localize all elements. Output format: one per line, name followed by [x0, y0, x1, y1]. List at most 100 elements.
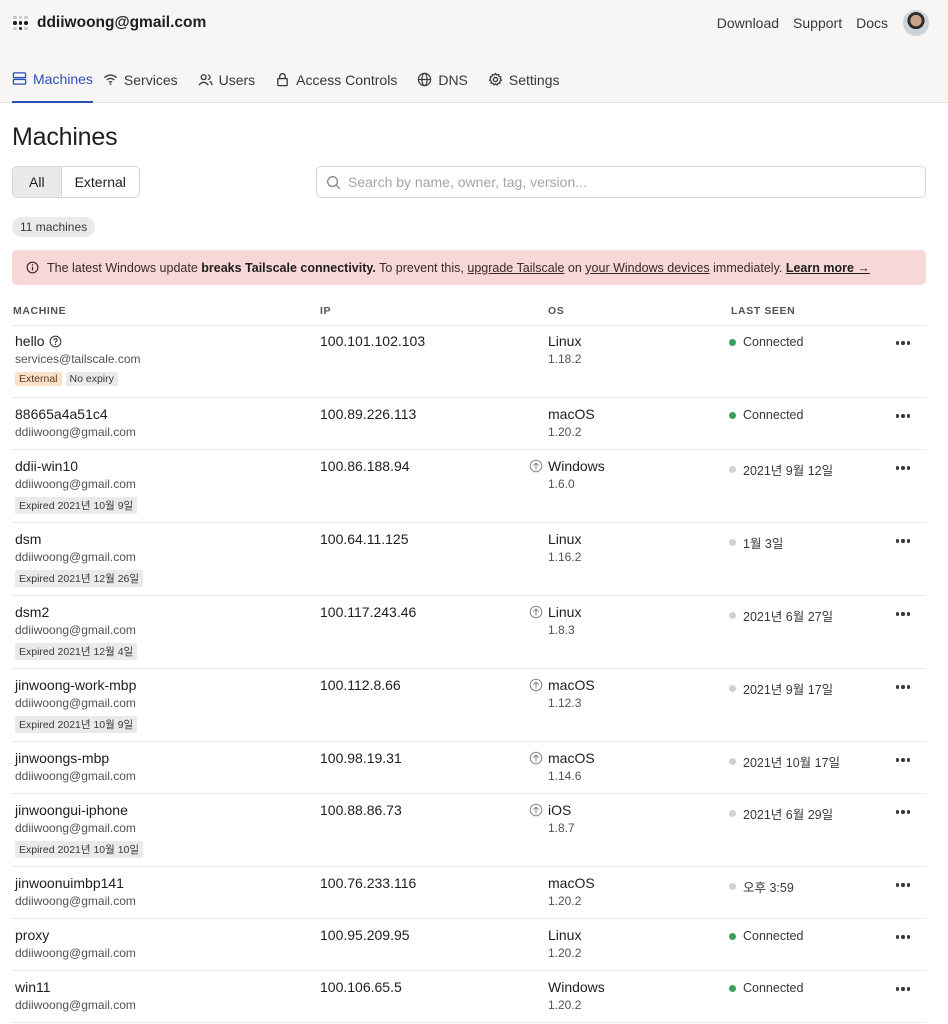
table-row[interactable]: 88665a4a51c4 ddiiwoong@gmail.com 100.89.22… — [12, 398, 926, 450]
help-icon[interactable] — [49, 335, 62, 348]
machine-tags: Expired 2021년 10월 10일 — [15, 841, 144, 858]
more-options-button[interactable] — [892, 804, 914, 820]
machine-cell: hello services@tailscale.com External No ex… — [15, 333, 141, 386]
more-options-button[interactable] — [892, 408, 914, 424]
table-row[interactable]: jinwoonuimbp141 ddiiwoong@gmail.com 100.76… — [12, 867, 926, 919]
machine-name[interactable]: proxy — [15, 927, 49, 943]
filter-segmented-control: All External — [12, 166, 140, 198]
machine-name[interactable]: ddii-win10 — [15, 458, 78, 474]
more-options-button[interactable] — [892, 533, 914, 549]
tab-settings[interactable]: Settings — [488, 56, 570, 103]
machine-name[interactable]: 88665a4a51c4 — [15, 406, 108, 422]
tab-machines[interactable]: Machines — [12, 56, 93, 103]
machine-name[interactable]: jinwoonuimbp141 — [15, 875, 124, 891]
learn-more-link[interactable]: Learn more → — [786, 261, 870, 275]
users-icon — [198, 72, 213, 87]
more-options-button[interactable] — [892, 335, 914, 351]
machine-ip[interactable]: 100.64.11.125 — [320, 531, 409, 547]
machine-owner: ddiiwoong@gmail.com — [15, 477, 136, 491]
tab-users[interactable]: Users — [198, 56, 266, 103]
os-cell: Linux 1.8.3 — [548, 604, 581, 637]
machine-name[interactable]: jinwoong-work-mbp — [15, 677, 136, 693]
machine-ip[interactable]: 100.86.188.94 — [320, 458, 410, 474]
more-options-button[interactable] — [892, 929, 914, 945]
col-last-seen[interactable]: LAST SEEN — [731, 305, 795, 317]
more-options-button[interactable] — [892, 460, 914, 476]
machine-ip[interactable]: 100.89.226.113 — [320, 406, 416, 422]
last-seen-text: Connected — [743, 408, 804, 422]
machine-cell: jinwoonuimbp141 ddiiwoong@gmail.com — [15, 875, 136, 908]
tab-services[interactable]: Services — [103, 56, 188, 103]
machine-tags: Expired 2021년 12월 4일 — [15, 643, 138, 660]
more-options-button[interactable] — [892, 752, 914, 768]
tab-dns[interactable]: DNS — [417, 56, 478, 103]
table-row[interactable]: hello services@tailscale.com External No ex… — [12, 325, 926, 398]
update-available-icon[interactable] — [529, 751, 543, 765]
table-row[interactable]: win11 ddiiwoong@gmail.com 100.106.65.5 Wind… — [12, 971, 926, 1023]
col-ip[interactable]: IP — [320, 305, 331, 317]
os-name: macOS — [548, 875, 595, 891]
machine-name[interactable]: jinwoongui-iphone — [15, 802, 128, 818]
col-machine[interactable]: MACHINE — [13, 305, 66, 317]
machine-ip[interactable]: 100.106.65.5 — [320, 979, 402, 995]
table-row[interactable]: dsm2 ddiiwoong@gmail.com Expired 2021년 12월… — [12, 596, 926, 669]
windows-devices-link[interactable]: your Windows devices — [585, 261, 709, 275]
table-row[interactable]: jinwoongui-iphone ddiiwoong@gmail.com Expi… — [12, 794, 926, 867]
table-row[interactable]: ddii-win10 ddiiwoong@gmail.com Expired 202… — [12, 450, 926, 523]
machine-owner: services@tailscale.com — [15, 352, 141, 366]
machine-name[interactable]: jinwoongs-mbp — [15, 750, 109, 766]
download-link[interactable]: Download — [717, 15, 779, 31]
support-link[interactable]: Support — [793, 15, 842, 31]
search-input[interactable] — [348, 174, 908, 190]
alert-text-4: immediately. — [709, 260, 786, 275]
filter-all-button[interactable]: All — [13, 167, 62, 197]
alert-text-2: To prevent this, — [375, 260, 468, 275]
info-icon — [26, 261, 39, 274]
more-options-button[interactable] — [892, 981, 914, 997]
more-options-button[interactable] — [892, 679, 914, 695]
upgrade-tailscale-link[interactable]: upgrade Tailscale — [467, 261, 564, 275]
machine-ip[interactable]: 100.101.102.103 — [320, 333, 425, 349]
update-available-icon[interactable] — [529, 459, 543, 473]
table-row[interactable]: dsm ddiiwoong@gmail.com Expired 2021년 12월 … — [12, 523, 926, 596]
machine-owner: ddiiwoong@gmail.com — [15, 550, 136, 564]
more-options-button[interactable] — [892, 877, 914, 893]
os-cell: Linux 1.16.2 — [548, 531, 581, 564]
machine-name[interactable]: hello — [15, 333, 45, 349]
alert-text-3: on — [564, 260, 586, 275]
update-available-icon[interactable] — [529, 605, 543, 619]
update-available-icon[interactable] — [529, 803, 543, 817]
alert-emphasis: breaks Tailscale connectivity. — [201, 260, 376, 275]
update-available-icon[interactable] — [529, 678, 543, 692]
machine-ip[interactable]: 100.98.19.31 — [320, 750, 402, 766]
os-name: Linux — [548, 604, 582, 620]
machine-cell: win11 ddiiwoong@gmail.com — [15, 979, 136, 1012]
os-version: 1.14.6 — [548, 769, 582, 783]
status-dot — [729, 932, 736, 940]
brand[interactable]: ddiiwoong@gmail.com — [13, 14, 206, 32]
tab-access-controls[interactable]: Access Controls — [275, 56, 407, 103]
machine-name[interactable]: win11 — [15, 979, 51, 995]
filter-external-button[interactable]: External — [61, 167, 139, 197]
machine-ip[interactable]: 100.112.8.66 — [320, 677, 401, 693]
machine-name[interactable]: dsm2 — [15, 604, 49, 620]
table-row[interactable]: proxy ddiiwoong@gmail.com 100.95.209.95 Lin… — [12, 919, 926, 971]
avatar[interactable] — [903, 10, 929, 36]
tab-label: Services — [123, 71, 178, 88]
table-row[interactable]: jinwoongs-mbp ddiiwoong@gmail.com 100.98.1… — [12, 742, 926, 794]
col-os[interactable]: OS — [548, 305, 564, 317]
machines-icon — [12, 71, 27, 86]
table-row[interactable]: jinwoong-work-mbp ddiiwoong@gmail.com Expi… — [12, 669, 926, 742]
machine-name[interactable]: dsm — [15, 531, 41, 547]
machine-tag: Expired 2021년 10월 10일 — [15, 841, 144, 858]
machine-ip[interactable]: 100.117.243.46 — [320, 604, 416, 620]
docs-link[interactable]: Docs — [856, 15, 888, 31]
machine-ip[interactable]: 100.95.209.95 — [320, 927, 410, 943]
machine-ip[interactable]: 100.76.233.116 — [320, 875, 416, 891]
more-options-button[interactable] — [892, 606, 914, 622]
last-seen-cell: Connected — [729, 408, 803, 422]
machine-owner: ddiiwoong@gmail.com — [15, 696, 136, 710]
machine-ip[interactable]: 100.88.86.73 — [320, 802, 402, 818]
machine-cell: ddii-win10 ddiiwoong@gmail.com Expired 202… — [15, 458, 138, 514]
machine-tags: Expired 2021년 10월 9일 — [15, 497, 138, 514]
